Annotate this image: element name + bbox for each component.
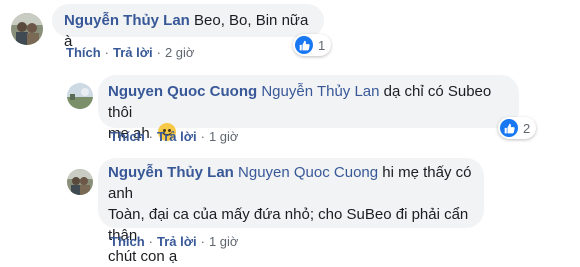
reaction-number: 2 <box>523 120 531 136</box>
comment-actions: Thích · Trả lời · 1 giờ <box>110 234 238 249</box>
comment-author[interactable]: Nguyễn Thủy Lan <box>64 12 190 29</box>
reaction-number: 1 <box>318 37 326 53</box>
comment-actions: Thích · Trả lời · 2 giờ <box>66 45 194 60</box>
separator: · <box>200 129 205 144</box>
comment-time[interactable]: 1 giờ <box>209 129 239 144</box>
like-button[interactable]: Thích <box>110 129 145 144</box>
reaction-count[interactable]: 2 <box>498 117 537 139</box>
separator: · <box>200 234 205 249</box>
comment-author[interactable]: Nguyen Quoc Cuong <box>108 83 257 100</box>
mention-tag[interactable]: Nguyễn Thủy Lan <box>261 83 379 100</box>
separator: · <box>148 129 154 144</box>
comment-bubble: Nguyen Quoc Cuong Nguyễn Thủy Lan dạ chỉ… <box>98 75 519 142</box>
comment-author[interactable]: Nguyễn Thủy Lan <box>108 164 234 181</box>
avatar[interactable] <box>11 13 43 45</box>
mention-tag[interactable]: Nguyen Quoc Cuong <box>238 164 378 181</box>
like-button[interactable]: Thích <box>66 45 101 60</box>
separator: · <box>148 234 154 249</box>
reply-button[interactable]: Trả lời <box>157 234 197 249</box>
separator: · <box>104 45 110 60</box>
reaction-count[interactable]: 1 <box>293 34 332 56</box>
comment-bubble: Nguyễn Thủy Lan Beo, Bo, Bin nữa à <box>52 4 324 50</box>
avatar[interactable] <box>67 169 93 195</box>
comment-actions: Thích · Trả lời · 1 giờ <box>110 129 238 144</box>
reply-button[interactable]: Trả lời <box>113 45 153 60</box>
avatar[interactable] <box>67 83 93 109</box>
comment-text: chút con ạ <box>108 248 178 265</box>
like-icon <box>500 119 518 137</box>
like-button[interactable]: Thích <box>110 234 145 249</box>
comment-time[interactable]: 2 giờ <box>165 45 195 60</box>
comment-bubble: Nguyễn Thủy Lan Nguyen Quoc Cuong hi mẹ … <box>98 158 484 265</box>
comment-time[interactable]: 1 giờ <box>209 234 239 249</box>
reply-button[interactable]: Trả lời <box>157 129 197 144</box>
like-icon <box>295 36 313 54</box>
separator: · <box>156 45 161 60</box>
